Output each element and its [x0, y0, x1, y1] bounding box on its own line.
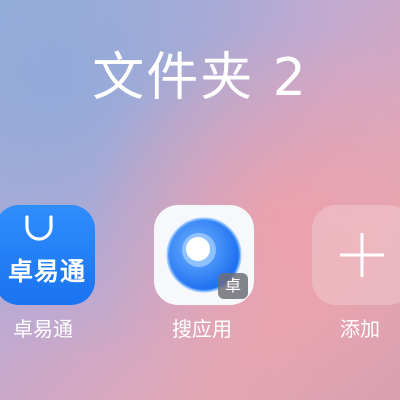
app-grid: 卓易通 卓易通 卓 搜应用 添加 — [0, 205, 400, 355]
app-tile-zhuoyitong[interactable]: 卓易通 卓易通 — [0, 205, 103, 355]
add-app-button[interactable] — [312, 205, 400, 305]
app-label-souyingyong: 搜应用 — [172, 317, 232, 341]
folder-title[interactable]: 文件夹 2 — [0, 52, 400, 104]
zhuo-badge: 卓 — [218, 273, 248, 299]
shopping-bag-icon — [25, 215, 53, 241]
plus-icon — [340, 233, 384, 277]
souyingyong-app-icon[interactable]: 卓 — [154, 205, 254, 305]
zhuoyitong-app-icon[interactable]: 卓易通 — [0, 205, 95, 305]
app-tile-add[interactable]: 添加 — [300, 205, 400, 355]
zhuoyitong-icon-text: 卓易通 — [7, 257, 86, 286]
app-label-add: 添加 — [340, 317, 380, 341]
app-tile-souyingyong[interactable]: 卓 搜应用 — [142, 205, 262, 355]
folder-screen: 文件夹 2 卓易通 卓易通 卓 搜应用 添加 — [0, 0, 400, 400]
app-label-zhuoyitong: 卓易通 — [13, 317, 73, 341]
